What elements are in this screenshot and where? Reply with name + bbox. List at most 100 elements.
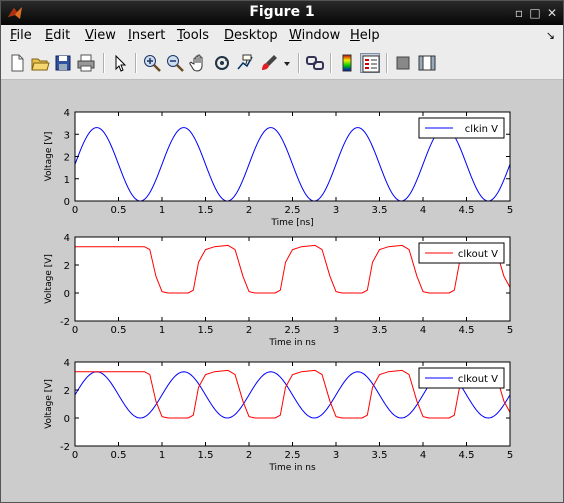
x-tick-label: 4.5: [459, 205, 475, 216]
axes-2: 0 0.5 1 1.5 2 2.5 3 3.5 4 4.5 5-2024Time in nsVolt…: [44, 233, 513, 348]
x-axis-label: Time [ns]: [270, 218, 313, 228]
zoom-in-icon[interactable]: [142, 53, 162, 73]
legend-entry: clkin V: [465, 124, 498, 135]
menu-insert[interactable]: Insert: [128, 28, 165, 43]
x-tick-label: 0.5: [111, 205, 127, 216]
x-tick-label: 0: [72, 450, 78, 461]
x-tick-label: 0: [72, 205, 78, 216]
x-tick-label: 4.5: [459, 325, 475, 336]
x-tick-label: 3.5: [372, 450, 388, 461]
minimize-button[interactable]: ▫: [512, 6, 526, 20]
zoom-out-icon[interactable]: [165, 53, 185, 73]
legend: clkout V: [418, 242, 505, 264]
x-tick-label: 3: [333, 325, 339, 336]
window-title: Figure 1: [249, 4, 315, 20]
close-button[interactable]: ✕: [545, 6, 559, 20]
x-tick-label: 1: [159, 325, 165, 336]
menu-help[interactable]: Help: [350, 28, 380, 43]
x-tick-label: 2.5: [285, 205, 301, 216]
x-tick-label: 0.5: [111, 325, 127, 336]
rotate-3d-icon[interactable]: [212, 53, 232, 73]
legend: clkout V: [418, 367, 505, 389]
toolbar-separator: [386, 53, 388, 73]
x-tick-label: 2.5: [285, 325, 301, 336]
toolbar-separator: [298, 53, 300, 73]
x-tick-label: 1: [159, 450, 165, 461]
menu-window[interactable]: Window: [289, 28, 340, 43]
figure-window: Figure 1 ▫ □ ✕ File Edit View Insert Tools De…: [0, 0, 564, 503]
brush-icon[interactable]: [259, 53, 279, 73]
colorbar-icon[interactable]: [337, 53, 357, 73]
x-tick-label: 1: [159, 205, 165, 216]
y-tick-label: 1: [64, 175, 70, 186]
y-tick-label: 4: [64, 358, 70, 369]
x-tick-label: 4.5: [459, 450, 475, 461]
x-tick-label: 5: [507, 450, 513, 461]
toolbar-separator: [135, 53, 137, 73]
x-axis-label: Time in ns: [268, 463, 316, 473]
x-tick-label: 0: [72, 325, 78, 336]
menu-file[interactable]: File: [10, 28, 32, 43]
maximize-button[interactable]: □: [528, 6, 542, 20]
figure-toolbar: [1, 47, 563, 80]
toolbar-separator: [103, 53, 105, 73]
x-tick-label: 3: [333, 205, 339, 216]
x-tick-label: 4: [420, 325, 426, 336]
hide-plot-tools-icon[interactable]: [393, 53, 413, 73]
x-tick-label: 4: [420, 450, 426, 461]
x-tick-label: 1.5: [198, 205, 214, 216]
new-figure-icon[interactable]: [7, 53, 27, 73]
menu-edit[interactable]: Edit: [45, 28, 70, 43]
plot-area[interactable]: 0 0.5 1 1.5 2 2.5 3 3.5 4 4.5 5 0 1 2 3 4 Time [ns] Volta…: [1, 80, 563, 502]
x-tick-label: 5: [507, 205, 513, 216]
title-bar[interactable]: Figure 1 ▫ □ ✕: [1, 1, 563, 25]
menu-view[interactable]: View: [85, 28, 116, 43]
x-tick-label: 1.5: [198, 325, 214, 336]
y-tick-label: 3: [64, 130, 70, 141]
x-tick-label: 2: [246, 205, 252, 216]
chevron-down-icon[interactable]: [281, 53, 293, 73]
data-cursor-icon[interactable]: [235, 53, 255, 73]
y-tick-label: 4: [64, 108, 70, 119]
link-plot-icon[interactable]: [305, 53, 325, 73]
x-tick-label: 1.5: [198, 450, 214, 461]
y-axis-label: Voltage [V]: [44, 379, 54, 429]
x-tick-label: 5: [507, 325, 513, 336]
x-tick-label: 2.5: [285, 450, 301, 461]
y-tick-label: 4: [64, 233, 70, 244]
x-tick-label: 3: [333, 450, 339, 461]
pan-icon[interactable]: [189, 53, 209, 73]
x-axis-label: Time in ns: [268, 338, 316, 348]
y-axis-label: Voltage [V]: [44, 254, 54, 304]
x-tick-label: 3.5: [372, 205, 388, 216]
edit-plot-icon[interactable]: [110, 53, 130, 73]
menu-tools[interactable]: Tools: [177, 28, 209, 43]
legend-icon[interactable]: [360, 53, 380, 73]
y-tick-label: 2: [64, 261, 70, 272]
y-tick-label: 2: [64, 153, 70, 164]
dock-figure-icon[interactable]: ↘: [546, 29, 555, 42]
y-tick-label: -2: [60, 442, 70, 453]
legend-entry: clkout V: [458, 374, 498, 385]
y-tick-label: 2: [64, 386, 70, 397]
axes-1: 0 0.5 1 1.5 2 2.5 3 3.5 4 4.5 5 0 1 2 3 4 Time [ns] Volta…: [44, 108, 513, 228]
y-tick-label: 0: [64, 289, 70, 300]
print-icon[interactable]: [76, 53, 96, 73]
x-tick-label: 3.5: [372, 325, 388, 336]
toolbar-separator: [330, 53, 332, 73]
legend-entry: clkout V: [458, 249, 498, 260]
legend: clkin V: [418, 117, 505, 139]
show-plot-tools-icon[interactable]: [417, 53, 437, 73]
y-axis-label: Voltage [V]: [44, 132, 54, 182]
open-file-icon[interactable]: [30, 53, 50, 73]
figure-canvas[interactable]: 0 0.5 1 1.5 2 2.5 3 3.5 4 4.5 5 0 1 2 3 4 Time [ns] Volta…: [1, 80, 563, 502]
y-tick-label: 0: [64, 414, 70, 425]
y-tick-label: -2: [60, 317, 70, 328]
menu-desktop[interactable]: Desktop: [224, 28, 278, 43]
x-tick-label: 2: [246, 325, 252, 336]
y-tick-label: 0: [64, 197, 70, 208]
x-tick-label: 4: [420, 205, 426, 216]
save-icon[interactable]: [53, 53, 73, 73]
axes-3: 0 0.5 1 1.5 2 2.5 3 3.5 4 4.5 5-2024Time in nsVolt…: [44, 358, 513, 473]
x-tick-label: 0.5: [111, 450, 127, 461]
